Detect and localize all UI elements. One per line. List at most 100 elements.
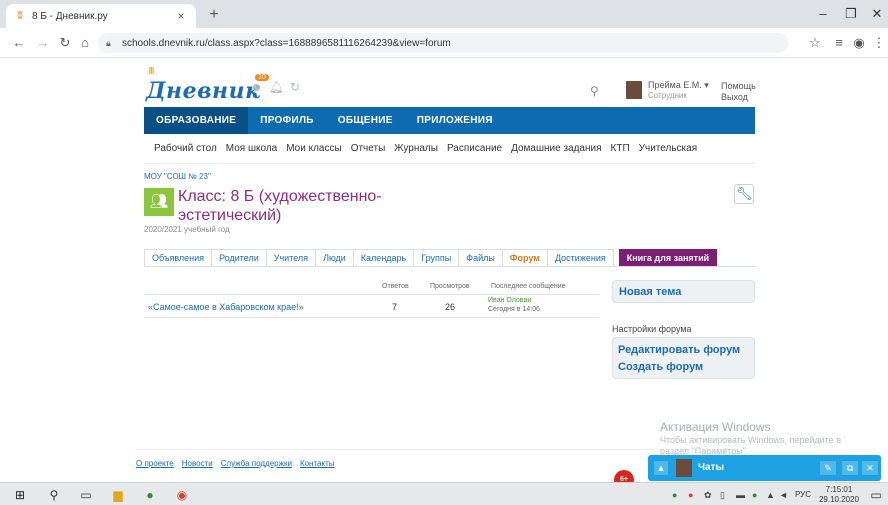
sub-nav-item[interactable]: Расписание xyxy=(447,143,502,154)
home-icon[interactable]: ⌂ xyxy=(76,34,94,52)
minimize-button[interactable]: – xyxy=(808,4,838,24)
sub-nav-item[interactable]: Учительская xyxy=(639,143,697,154)
tray-app-icon[interactable]: ✿ xyxy=(704,489,712,501)
search-icon[interactable]: ⚲ xyxy=(590,84,599,98)
sub-nav-item[interactable]: Журналы xyxy=(394,143,438,154)
main-nav-education[interactable]: ОБРАЗОВАНИЕ xyxy=(144,107,249,134)
sub-nav-item[interactable]: КТП xyxy=(611,143,630,154)
breadcrumb[interactable]: МОУ "СОШ № 23" xyxy=(144,172,211,181)
column-header-replies: Ответов xyxy=(382,283,409,290)
thread-views: 26 xyxy=(445,302,456,312)
forward-arrow-icon[interactable]: → xyxy=(34,34,52,52)
tab-teachers[interactable]: Учителя xyxy=(265,249,317,266)
sub-nav-item[interactable]: Отчеты xyxy=(351,143,386,154)
forum-settings-label: Настройки форума xyxy=(612,324,692,334)
footer-link-about[interactable]: О проекте xyxy=(136,459,174,468)
user-avatar[interactable] xyxy=(626,81,642,99)
tab-forum[interactable]: Форум xyxy=(501,249,548,266)
tray-app-icon[interactable]: ● xyxy=(752,489,757,501)
logout-link[interactable]: Выход xyxy=(721,92,748,102)
clock-date[interactable]: 29.10.2020 xyxy=(818,495,860,504)
tray-app-icon[interactable]: ▯ xyxy=(720,489,725,501)
refresh-icon[interactable]: ↻ xyxy=(290,80,300,94)
bookmark-star-icon[interactable]: ☆ xyxy=(806,34,824,52)
edit-forum-button[interactable]: Редактировать форум xyxy=(618,344,740,356)
create-forum-button[interactable]: Создать форум xyxy=(618,361,703,373)
sub-nav-item[interactable]: Моя школа xyxy=(226,143,277,154)
sub-nav-item[interactable]: Мои классы xyxy=(286,143,341,154)
new-topic-box: Новая тема xyxy=(612,280,755,303)
chevron-up-icon[interactable]: ▲ xyxy=(654,461,668,475)
site-logo[interactable]: ııı Дневник xyxy=(146,62,260,104)
logo-rays-icon: ııı xyxy=(148,62,155,77)
back-arrow-icon[interactable]: ← xyxy=(10,34,28,52)
tab-study-book[interactable]: Книга для занятий xyxy=(618,249,718,266)
notifications-count: 10 xyxy=(255,74,269,81)
url-field[interactable]: 🔒︎ schools.dnevnik.ru/class.aspx?class=1… xyxy=(98,33,788,53)
thread-title-link[interactable]: «Самое-самое в Хабаровском крае!» xyxy=(148,302,304,312)
notification-center-icon[interactable]: ▭ xyxy=(868,487,884,503)
tab-calendar[interactable]: Календарь xyxy=(352,249,415,266)
footer-link-news[interactable]: Новости xyxy=(182,459,213,468)
main-nav-apps[interactable]: ПРИЛОЖЕНИЯ xyxy=(405,107,505,134)
windows-start-icon[interactable]: ⊞ xyxy=(12,487,28,503)
address-bar: ← → ↻ ⌂ 🔒︎ schools.dnevnik.ru/class.aspx… xyxy=(0,28,888,58)
class-tabs: Объявления Родители Учителя Люди Календа… xyxy=(144,249,755,267)
network-icon[interactable]: ▲ xyxy=(766,489,775,501)
tab-people[interactable]: Люди xyxy=(315,249,354,266)
volume-icon[interactable]: ◄ xyxy=(779,489,788,501)
chat-avatar xyxy=(676,459,692,477)
tab-groups[interactable]: Группы xyxy=(413,249,460,266)
main-nav: ОБРАЗОВАНИЕ ПРОФИЛЬ ОБЩЕНИЕ ПРИЛОЖЕНИЯ xyxy=(144,107,755,134)
footer-link-support[interactable]: Служба поддержки xyxy=(221,459,292,468)
sub-nav-item[interactable]: Рабочий стол xyxy=(154,143,217,154)
footer-link-contacts[interactable]: Контакты xyxy=(300,459,335,468)
main-nav-communication[interactable]: ОБЩЕНИЕ xyxy=(326,107,405,134)
footer-links: О проекте Новости Служба поддержки Конта… xyxy=(136,459,335,468)
file-explorer-icon[interactable]: ▆ xyxy=(110,487,126,503)
close-window-button[interactable]: ✕ xyxy=(862,4,888,24)
school-year: 2020/2021 учебный год xyxy=(144,225,230,234)
help-link[interactable]: Помощь xyxy=(721,81,756,91)
main-nav-profile[interactable]: ПРОФИЛЬ xyxy=(248,107,326,134)
page-title: Класс: 8 Б (художественно-эстетический) xyxy=(178,188,382,224)
tray-app-icon[interactable]: ● xyxy=(672,489,677,501)
chrome-icon[interactable]: ◉ xyxy=(174,487,190,503)
sub-nav-item[interactable]: Домашние задания xyxy=(511,143,601,154)
tab-achievements[interactable]: Достижения xyxy=(546,249,614,266)
tab-files[interactable]: Файлы xyxy=(458,249,503,266)
clock-time[interactable]: 7:15:01 xyxy=(821,485,857,494)
tab-announcements[interactable]: Объявления xyxy=(144,249,213,266)
thread-last-author[interactable]: Иван Оловаи xyxy=(488,297,531,304)
chat-title[interactable]: Чаты xyxy=(698,462,724,473)
user-name[interactable]: Прейма Е.М. ▾ xyxy=(648,80,709,91)
close-icon[interactable]: ✕ xyxy=(862,461,878,475)
tab-parents[interactable]: Родители xyxy=(211,249,267,266)
class-group-icon: 👥︎ xyxy=(144,188,174,216)
column-header-views: Просмотров xyxy=(430,283,470,290)
new-topic-button[interactable]: Новая тема xyxy=(619,286,681,298)
new-tab-button[interactable]: + xyxy=(204,5,224,25)
wrench-icon[interactable]: 🔧︎ xyxy=(734,184,754,204)
chat-panel[interactable]: ▲ Чаты ✎ ⧉ ✕ xyxy=(648,455,881,481)
tab-close-icon[interactable]: × xyxy=(174,9,188,23)
sub-nav: Рабочий стол Моя школа Мои классы Отчеты… xyxy=(144,134,755,164)
bell-icon[interactable]: 🔔︎ xyxy=(269,80,284,94)
task-view-icon[interactable]: ▭ xyxy=(78,487,94,503)
user-role: Сотрудник xyxy=(648,91,687,100)
search-icon[interactable]: ⚲ xyxy=(46,487,62,503)
reload-icon[interactable]: ↻ xyxy=(56,34,74,52)
column-header-last-message: Последнее сообщение xyxy=(491,283,566,290)
app-icon[interactable]: ● xyxy=(142,487,158,503)
notifications-icon[interactable]: ☻ 10 xyxy=(250,74,269,94)
table-row: «Самое-самое в Хабаровском крае!» 7 26 И… xyxy=(144,294,599,318)
pencil-icon[interactable]: ✎ xyxy=(820,461,836,475)
popout-icon[interactable]: ⧉ xyxy=(842,461,858,475)
browser-tab[interactable]: ʬ 8 Б - Дневник.ру × xyxy=(6,4,196,28)
menu-kebab-icon[interactable]: ⋮ xyxy=(870,34,888,52)
tray-app-icon[interactable]: ▬ xyxy=(736,489,745,501)
profile-icon[interactable]: ◉ xyxy=(850,34,868,52)
input-language[interactable]: РУС xyxy=(795,490,811,499)
tray-app-icon[interactable]: ● xyxy=(688,489,693,501)
reading-list-icon[interactable]: ≡ xyxy=(830,34,848,52)
